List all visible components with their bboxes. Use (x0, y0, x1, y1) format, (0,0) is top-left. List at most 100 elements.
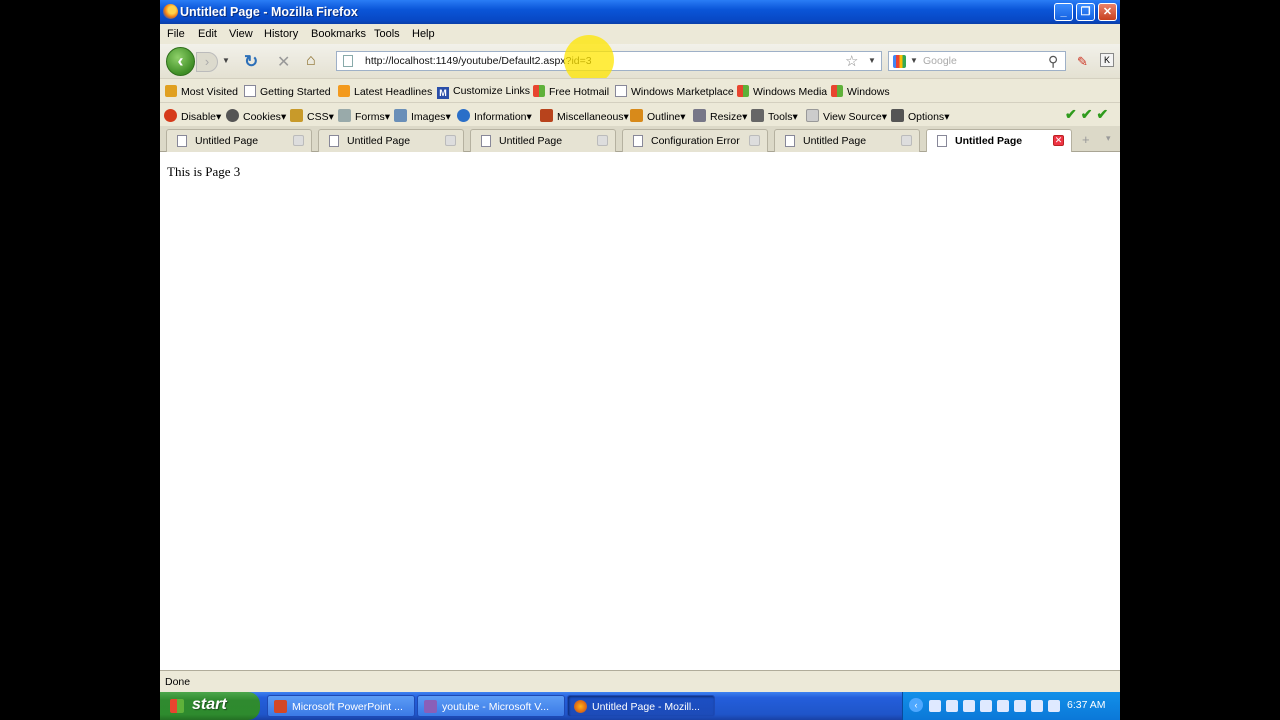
validation-check-icons[interactable]: ✔✔✔ (1065, 106, 1112, 123)
addon-icon[interactable]: ✎ (1077, 54, 1088, 70)
dev-information[interactable]: Information▾ (457, 109, 532, 123)
bookmark-most-visited[interactable]: Most Visited (165, 85, 238, 98)
menu-help[interactable]: Help (412, 28, 435, 40)
minimize-button[interactable]: _ (1054, 3, 1073, 21)
stop-icon[interactable]: ✕ (277, 52, 290, 72)
web-developer-toolbar: Disable▾ Cookies▾ CSS▾ Forms▾ Images▾ In… (160, 102, 1120, 126)
tab-close-icon[interactable] (293, 135, 304, 146)
tab-untitled-page-2[interactable]: Untitled Page (318, 129, 464, 152)
dev-disable[interactable]: Disable▾ (164, 109, 221, 123)
addon-k-icon[interactable]: K (1100, 53, 1114, 67)
tab-close-icon[interactable]: ✕ (1053, 135, 1064, 146)
home-icon[interactable]: ⌂ (306, 52, 316, 70)
tab-untitled-page-3[interactable]: Untitled Page (470, 129, 616, 152)
dev-outline[interactable]: Outline▾ (630, 109, 686, 123)
window-title: Untitled Page - Mozilla Firefox (180, 5, 358, 19)
search-icon[interactable]: ⚲ (1048, 53, 1058, 70)
bookmark-windows[interactable]: Windows (831, 85, 890, 98)
resize-icon (693, 109, 706, 122)
bookmark-customize-links[interactable]: M Customize Links (437, 85, 530, 99)
url-dropdown-icon[interactable]: ▼ (868, 56, 876, 65)
new-tab-icon[interactable]: + (1082, 132, 1090, 147)
tab-list-icon[interactable]: ▾ (1106, 133, 1111, 144)
back-button[interactable]: ‹ (166, 47, 195, 76)
tab-close-icon[interactable] (597, 135, 608, 146)
history-dropdown-icon[interactable]: ▼ (222, 56, 230, 65)
google-icon[interactable] (893, 55, 906, 68)
forward-button[interactable]: › (196, 52, 218, 72)
windows-icon (737, 85, 749, 97)
cookies-icon (226, 109, 239, 122)
bookmark-star-icon[interactable]: ☆ (845, 52, 858, 70)
taskbar-item-firefox[interactable]: Untitled Page - Mozill... (567, 695, 715, 717)
tab-close-icon[interactable] (749, 135, 760, 146)
status-text: Done (165, 676, 191, 688)
menu-file[interactable]: File (167, 28, 185, 40)
page-text: This is Page 3 (167, 164, 241, 179)
bookmark-windows-media[interactable]: Windows Media (737, 85, 827, 98)
dev-css[interactable]: CSS▾ (290, 109, 334, 123)
dev-view-source[interactable]: View Source▾ (806, 109, 887, 123)
menu-edit[interactable]: Edit (198, 28, 217, 40)
tab-untitled-page-active[interactable]: Untitled Page ✕ (926, 129, 1072, 153)
dev-tools[interactable]: Tools▾ (751, 109, 798, 123)
bookmark-windows-marketplace[interactable]: Windows Marketplace (615, 85, 734, 98)
taskbar-item-powerpoint[interactable]: Microsoft PowerPoint ... (267, 695, 415, 717)
tab-configuration-error[interactable]: Configuration Error (622, 129, 768, 152)
show-hidden-icons-icon[interactable]: ‹ (909, 698, 923, 712)
firefox-window: Untitled Page - Mozilla Firefox _ ❐ ✕ Fi… (160, 0, 1120, 720)
close-button[interactable]: ✕ (1098, 3, 1117, 21)
page-icon (343, 55, 353, 67)
most-visited-icon (165, 85, 177, 97)
reload-icon[interactable]: ↻ (244, 52, 258, 72)
menu-history[interactable]: History (264, 28, 298, 40)
tab-untitled-page-5[interactable]: Untitled Page (774, 129, 920, 152)
bookmark-latest-headlines[interactable]: Latest Headlines (338, 85, 432, 98)
tray-icons[interactable] (929, 700, 1065, 715)
page-icon (785, 135, 795, 147)
clock[interactable]: 6:37 AM (1067, 699, 1106, 711)
forms-icon (338, 109, 351, 122)
dev-miscellaneous[interactable]: Miscellaneous▾ (540, 109, 629, 123)
css-icon (290, 109, 303, 122)
firefox-icon (574, 700, 587, 713)
images-icon (394, 109, 407, 122)
menu-bookmarks[interactable]: Bookmarks (311, 28, 366, 40)
tab-untitled-page-1[interactable]: Untitled Page (166, 129, 312, 152)
windows-icon (831, 85, 843, 97)
information-icon (457, 109, 470, 122)
maximize-button[interactable]: ❐ (1076, 3, 1095, 21)
dev-options[interactable]: Options▾ (891, 109, 949, 123)
dev-forms[interactable]: Forms▾ (338, 109, 390, 123)
system-tray: ‹ 6:37 AM (902, 692, 1120, 720)
menu-tools[interactable]: Tools (374, 28, 400, 40)
page-icon (329, 135, 339, 147)
windows-logo-icon (170, 699, 184, 713)
tools-icon (751, 109, 764, 122)
taskbar: start Microsoft PowerPoint ... youtube -… (160, 692, 1120, 720)
bookmark-getting-started[interactable]: Getting Started (244, 85, 331, 98)
visual-studio-icon (424, 700, 437, 713)
menu-bar: File Edit View History Bookmarks Tools H… (160, 24, 1120, 44)
outline-icon (630, 109, 643, 122)
firefox-icon (163, 4, 178, 19)
taskbar-item-visual-studio[interactable]: youtube - Microsoft V... (417, 695, 565, 717)
bookmark-free-hotmail[interactable]: Free Hotmail (533, 85, 609, 98)
page-icon (244, 85, 256, 97)
tab-close-icon[interactable] (445, 135, 456, 146)
dev-images[interactable]: Images▾ (394, 109, 451, 123)
menu-view[interactable]: View (229, 28, 253, 40)
tab-close-icon[interactable] (901, 135, 912, 146)
msn-icon: M (437, 87, 449, 99)
search-bar[interactable]: ▼ Google ⚲ (888, 51, 1066, 71)
start-button[interactable]: start (160, 692, 260, 720)
status-bar: Done (160, 670, 1120, 692)
dev-resize[interactable]: Resize▾ (693, 109, 747, 123)
rss-icon (338, 85, 350, 97)
miscellaneous-icon (540, 109, 553, 122)
search-placeholder: Google (923, 55, 957, 67)
url-text[interactable]: http://localhost:1149/youtube/Default2.a… (365, 55, 592, 67)
dev-cookies[interactable]: Cookies▾ (226, 109, 286, 123)
title-bar[interactable]: Untitled Page - Mozilla Firefox _ ❐ ✕ (160, 0, 1120, 24)
search-engine-dropdown-icon[interactable]: ▼ (910, 56, 918, 65)
